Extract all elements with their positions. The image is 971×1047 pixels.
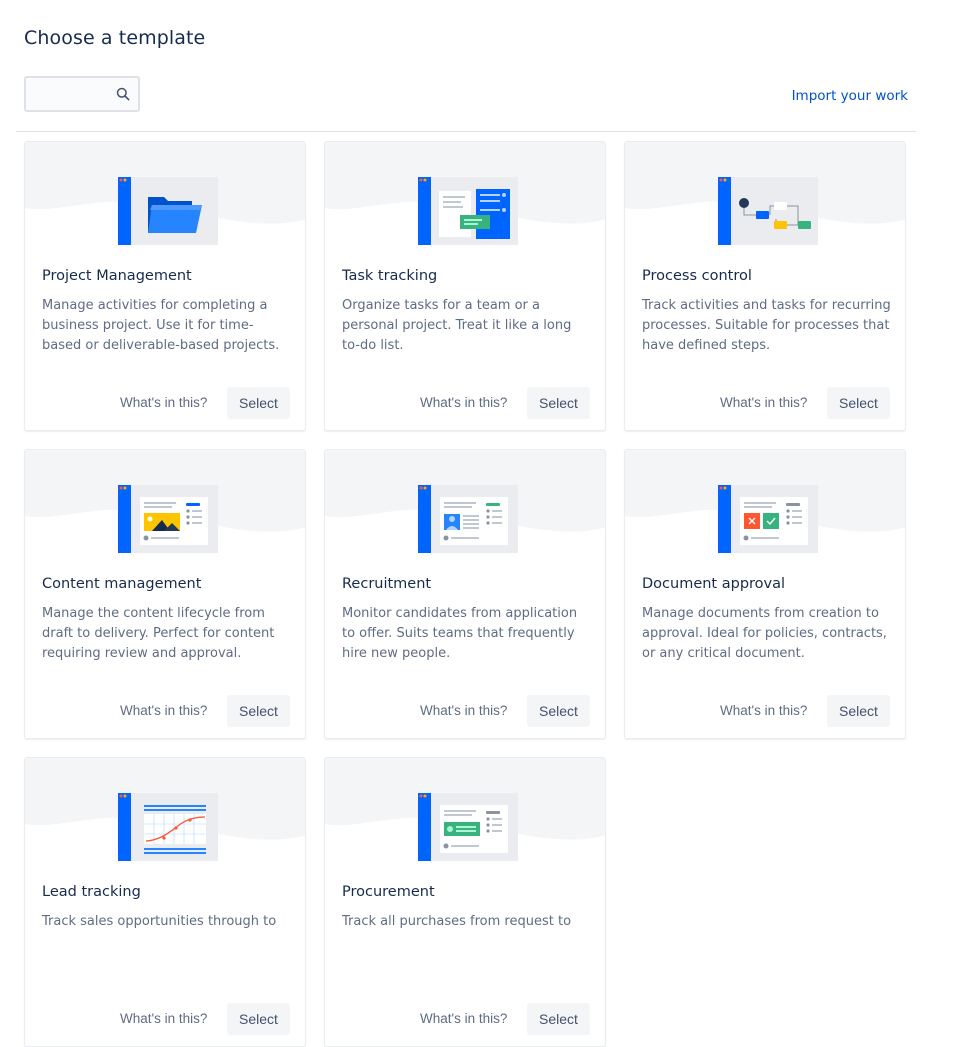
card-description: Organize tasks for a team or a personal … <box>342 298 572 353</box>
card-title: Document approval <box>642 576 786 592</box>
whats-in-this-link[interactable]: What's in this? <box>420 703 507 718</box>
whats-in-this-link[interactable]: What's in this? <box>120 703 207 718</box>
whats-in-this-link[interactable]: What's in this? <box>420 395 507 410</box>
select-button[interactable]: Select <box>227 695 290 727</box>
select-button[interactable]: Select <box>527 1003 590 1035</box>
header-divider <box>16 131 916 132</box>
template-card-process-control[interactable]: Process control Track activities and tas… <box>624 141 906 431</box>
candidate-profile-icon <box>418 485 518 553</box>
template-card-content-management[interactable]: Content management Manage the content li… <box>24 449 306 739</box>
process-flow-icon <box>718 177 818 245</box>
whats-in-this-link[interactable]: What's in this? <box>420 1011 507 1026</box>
select-button[interactable]: Select <box>527 387 590 419</box>
card-description: Track sales opportunities through to <box>42 914 277 929</box>
select-button[interactable]: Select <box>227 1003 290 1035</box>
select-button[interactable]: Select <box>827 695 890 727</box>
select-button[interactable]: Select <box>527 695 590 727</box>
search-icon[interactable] <box>116 87 130 101</box>
approve-reject-icon <box>718 485 818 553</box>
template-card-project-management[interactable]: Project Management Manage activities for… <box>24 141 306 431</box>
template-card-lead-tracking[interactable]: Lead tracking Track sales opportunities … <box>24 757 306 1047</box>
card-description: Monitor candidates from application to o… <box>342 606 578 661</box>
template-card-task-tracking[interactable]: Task tracking Organize tasks for a team … <box>324 141 606 431</box>
page-title: Choose a template <box>24 27 206 49</box>
card-title: Task tracking <box>342 268 438 284</box>
whats-in-this-link[interactable]: What's in this? <box>720 703 807 718</box>
card-description: Track activities and tasks for recurring… <box>642 298 891 353</box>
whats-in-this-link[interactable]: What's in this? <box>120 395 207 410</box>
whats-in-this-link[interactable]: What's in this? <box>120 1011 207 1026</box>
select-button[interactable]: Select <box>227 387 290 419</box>
search-box[interactable] <box>24 76 140 112</box>
card-description: Manage documents from creation to approv… <box>642 606 887 661</box>
template-grid: Project Management Manage activities for… <box>24 141 924 1047</box>
card-description: Track all purchases from request to <box>342 914 572 929</box>
template-card-procurement[interactable]: Procurement Track all purchases from req… <box>324 757 606 1047</box>
template-card-document-approval[interactable]: Document approval Manage documents from … <box>624 449 906 739</box>
card-title: Recruitment <box>342 576 432 592</box>
search-input[interactable] <box>26 78 128 110</box>
card-description: Manage activities for completing a busin… <box>42 298 280 353</box>
card-title: Process control <box>642 268 752 284</box>
card-description: Manage the content lifecycle from draft … <box>42 606 275 661</box>
whats-in-this-link[interactable]: What's in this? <box>720 395 807 410</box>
card-title: Content management <box>42 576 202 592</box>
card-title: Procurement <box>342 884 435 900</box>
select-button[interactable]: Select <box>827 387 890 419</box>
sales-chart-icon <box>118 793 218 861</box>
image-content-icon <box>118 485 218 553</box>
money-icon <box>418 793 518 861</box>
import-your-work-link[interactable]: Import your work <box>792 88 908 104</box>
card-title: Lead tracking <box>42 884 141 900</box>
card-title: Project Management <box>42 268 192 284</box>
folder-icon <box>118 177 218 245</box>
template-card-recruitment[interactable]: Recruitment Monitor candidates from appl… <box>324 449 606 739</box>
task-board-icon <box>418 177 518 245</box>
